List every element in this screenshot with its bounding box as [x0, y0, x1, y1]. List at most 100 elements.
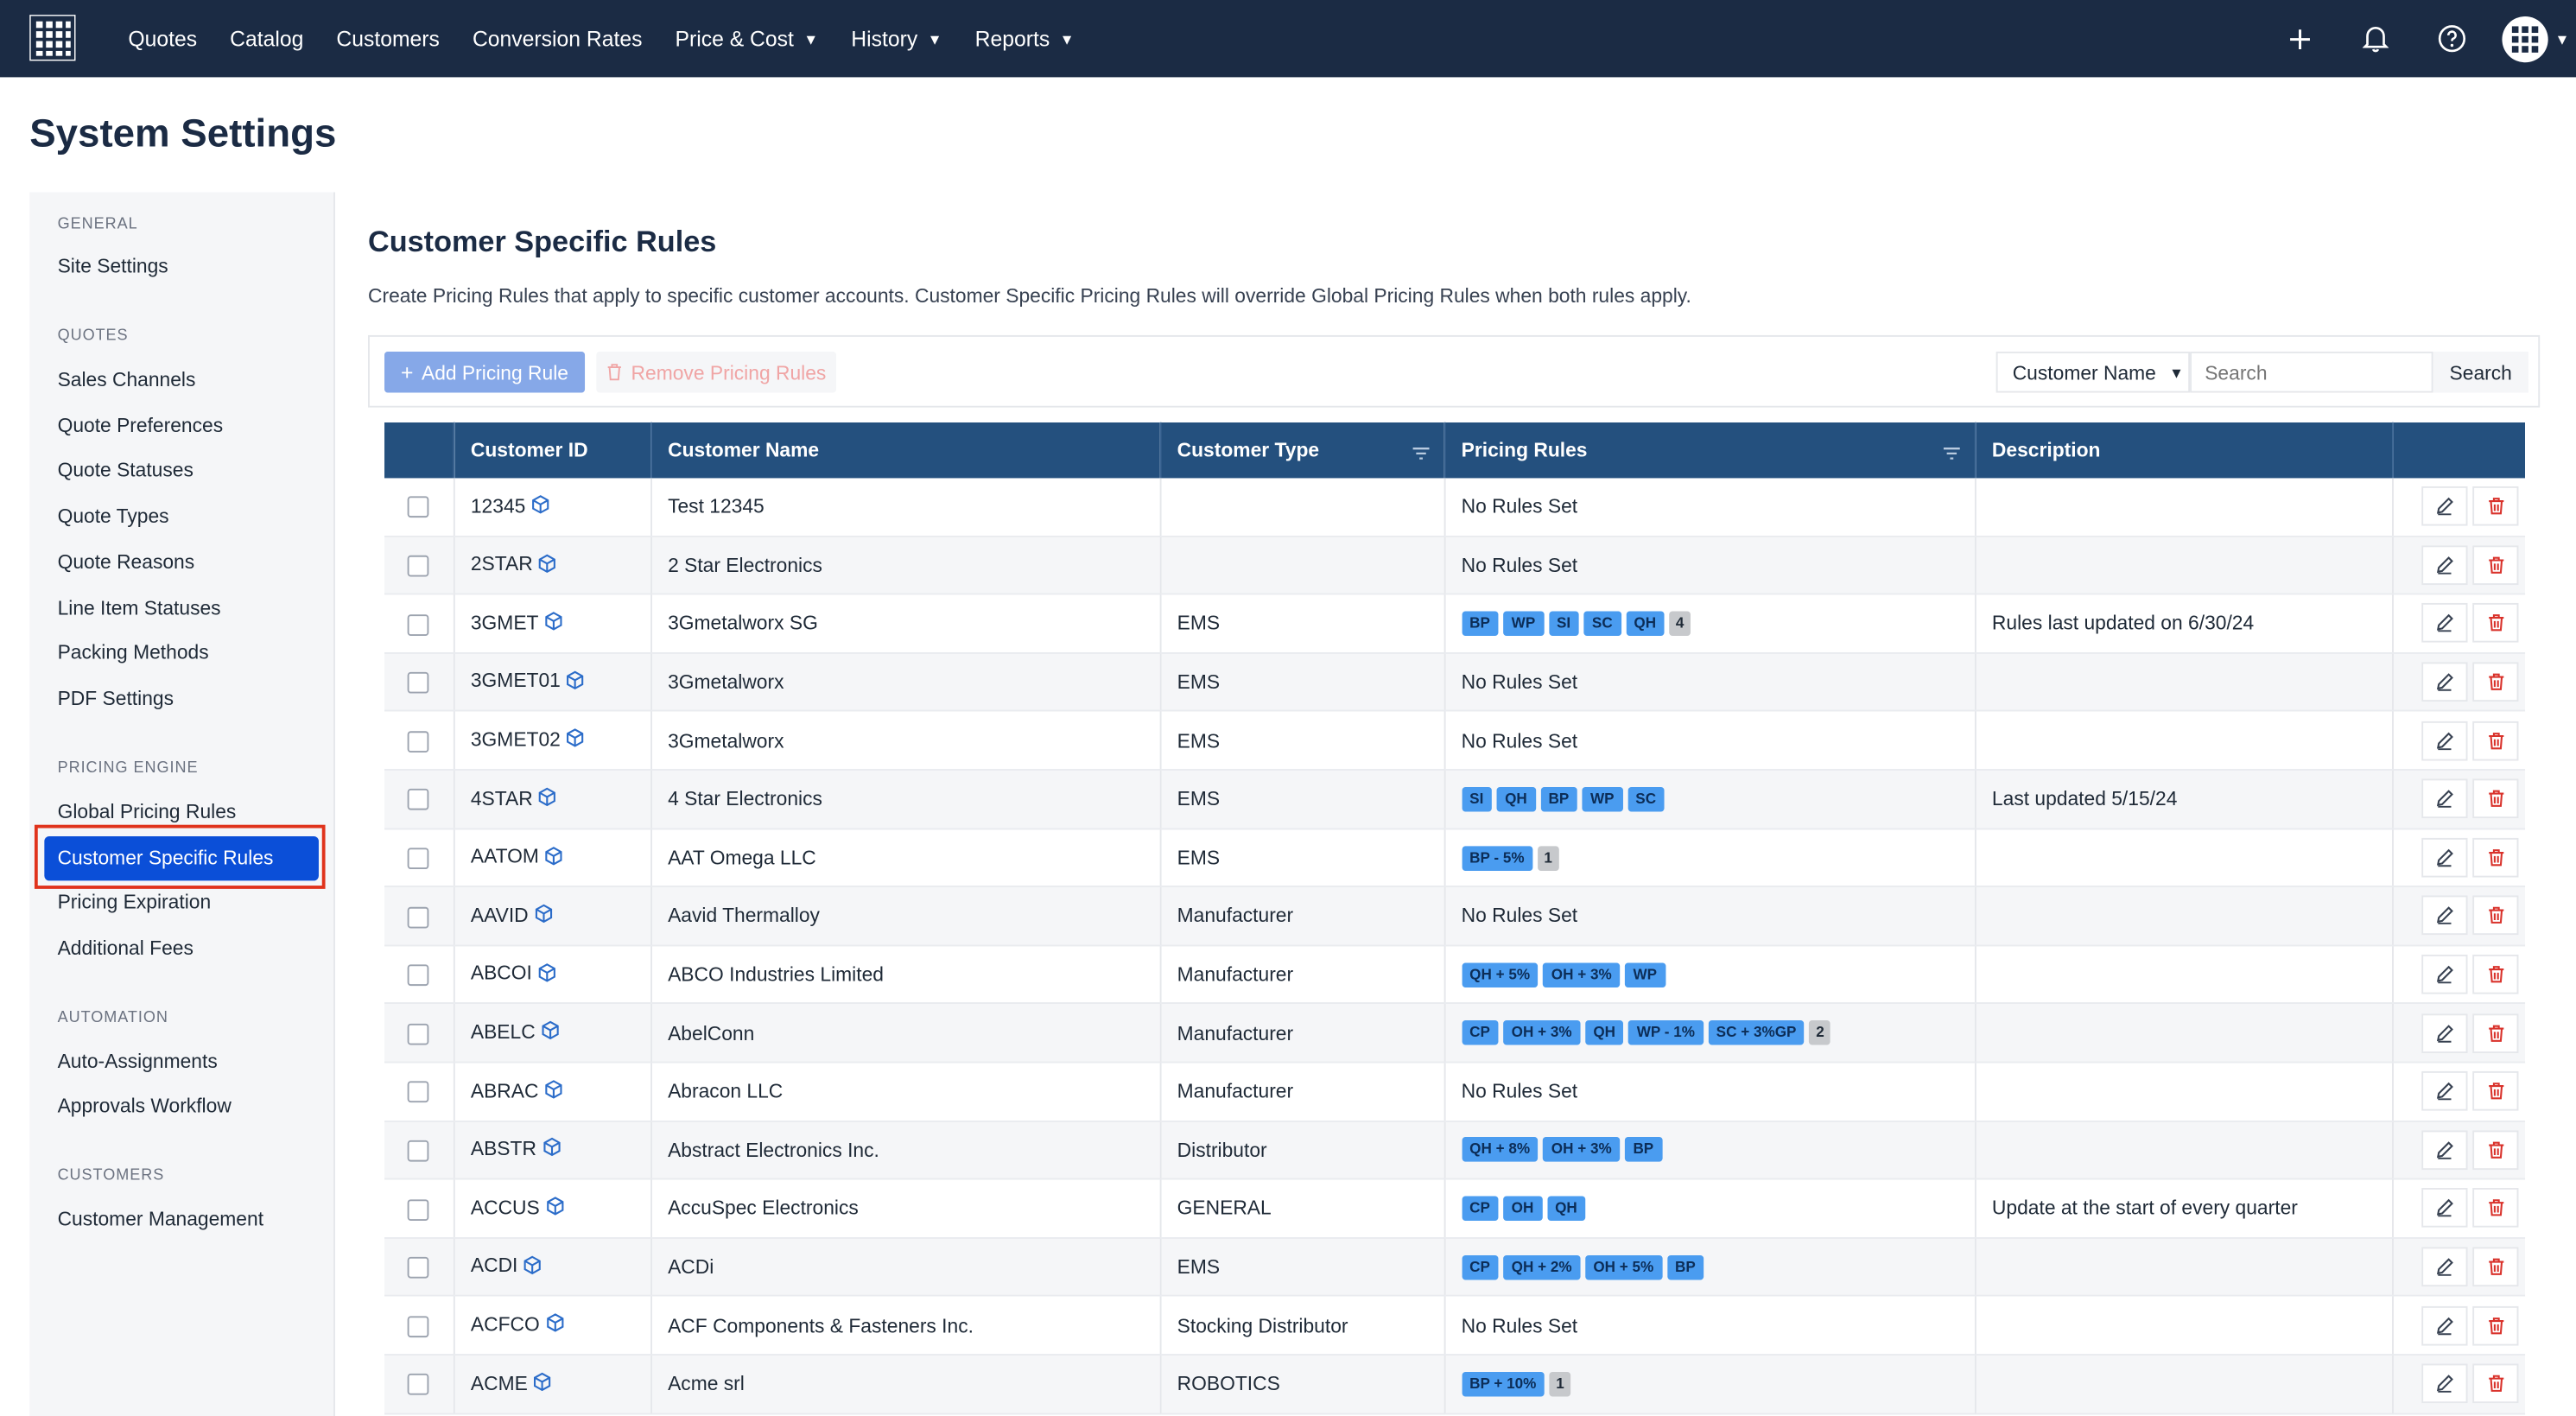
row-checkbox[interactable] [408, 789, 429, 811]
bell-icon[interactable] [2357, 21, 2394, 57]
table-row[interactable]: ABCOI ABCO Industries Limited Manufacturer… [384, 945, 2526, 1005]
delete-icon[interactable] [2472, 955, 2519, 994]
table-row[interactable]: 3GMET02 3Gmetalworx EMS No Rules Set [384, 711, 2526, 771]
search-input[interactable] [2190, 351, 2433, 393]
table-row[interactable]: ABELC AbelConn Manufacturer CP OH + 3% QH WP -… [384, 1003, 2526, 1064]
edit-icon[interactable] [2421, 1071, 2468, 1112]
column-header-pricing-rules[interactable]: Pricing Rules [1443, 422, 1976, 479]
table-row[interactable]: 4STAR 4 Star Electronics EMS SI QH BP WP SC Last… [384, 769, 2526, 829]
customer-id-cell[interactable]: ACDI [453, 1237, 652, 1298]
customer-id[interactable]: 3GMET [471, 611, 539, 634]
delete-icon[interactable] [2472, 1013, 2519, 1053]
edit-icon[interactable] [2421, 486, 2468, 527]
filter-icon[interactable] [1412, 442, 1429, 466]
row-checkbox[interactable] [408, 613, 429, 636]
nav-item-conversion-rates[interactable]: Conversion Rates [473, 26, 643, 51]
edit-icon[interactable] [2421, 662, 2468, 702]
customer-id-cell[interactable]: ABRAC [453, 1062, 652, 1122]
customer-id[interactable]: ACFCO [471, 1312, 540, 1336]
customer-id[interactable]: ACCUS [471, 1196, 540, 1219]
row-checkbox[interactable] [408, 555, 429, 577]
edit-icon[interactable] [2421, 603, 2468, 644]
column-header-customer-id[interactable]: Customer ID [453, 422, 652, 479]
remove-pricing-rules-button[interactable]: Remove Pricing Rules [596, 351, 837, 393]
cube-icon[interactable] [543, 1079, 563, 1104]
delete-icon[interactable] [2472, 1188, 2519, 1229]
customer-id-cell[interactable]: ABCOI [453, 945, 652, 1005]
customer-id-cell[interactable]: 4STAR [453, 769, 652, 829]
row-checkbox[interactable] [408, 730, 429, 752]
customer-id[interactable]: AAVID [471, 904, 529, 927]
row-checkbox[interactable] [408, 672, 429, 695]
customer-id[interactable]: 3GMET01 [471, 670, 561, 693]
cube-icon[interactable] [533, 1372, 553, 1397]
edit-icon[interactable] [2421, 1305, 2468, 1345]
delete-icon[interactable] [2472, 662, 2519, 702]
sidebar-item-pdf-settings[interactable]: PDF Settings [58, 687, 174, 710]
customer-id[interactable]: ACME [471, 1371, 528, 1394]
more-rules-count-badge[interactable]: 2 [1809, 1020, 1831, 1046]
nav-item-customers[interactable]: Customers [336, 26, 440, 51]
row-checkbox[interactable] [408, 1082, 429, 1103]
row-checkbox[interactable] [408, 1315, 429, 1337]
add-pricing-rule-button[interactable]: + Add Pricing Rule [384, 351, 586, 393]
table-row[interactable]: ACME Acme srl ROBOTICS BP + 10% 1 [384, 1354, 2526, 1414]
cube-icon[interactable] [544, 1313, 564, 1338]
customer-id[interactable]: AATOM [471, 845, 539, 868]
sidebar-item-pricing-expiration[interactable]: Pricing Expiration [58, 891, 212, 914]
cube-icon[interactable] [533, 904, 553, 929]
table-row[interactable]: 2STAR 2 Star Electronics No Rules Set [384, 536, 2526, 595]
help-icon[interactable] [2433, 21, 2470, 57]
chevron-down-icon[interactable]: ▼ [2554, 30, 2569, 47]
cube-icon[interactable] [537, 962, 557, 987]
table-row[interactable]: ACFCO ACF Components & Fasteners Inc. Stoc… [384, 1296, 2526, 1356]
app-logo[interactable] [28, 13, 77, 62]
table-row[interactable]: AATOM AAT Omega LLC EMS BP - 5% 1 [384, 828, 2526, 888]
customer-id[interactable]: 12345 [471, 494, 525, 518]
delete-icon[interactable] [2472, 837, 2519, 878]
edit-icon[interactable] [2421, 1188, 2468, 1229]
cube-icon[interactable] [523, 1254, 542, 1279]
sidebar-item-customer-management[interactable]: Customer Management [58, 1208, 263, 1231]
row-checkbox[interactable] [408, 1374, 429, 1396]
customer-id-cell[interactable]: ACFCO [453, 1296, 652, 1356]
search-field-select[interactable]: Customer Name ▼ [1995, 351, 2191, 393]
row-checkbox[interactable] [408, 1023, 429, 1045]
delete-icon[interactable] [2472, 1071, 2519, 1112]
column-header-customer-name[interactable]: Customer Name [650, 422, 1161, 479]
cube-icon[interactable] [543, 612, 563, 637]
delete-icon[interactable] [2472, 721, 2519, 760]
customer-id[interactable]: 3GMET02 [471, 727, 561, 751]
customer-id-cell[interactable]: ACME [453, 1354, 652, 1414]
table-row[interactable]: ABSTR Abstract Electronics Inc. Distributo… [384, 1121, 2526, 1180]
customer-id[interactable]: ABELC [471, 1020, 536, 1044]
customer-id-cell[interactable]: 3GMET01 [453, 652, 652, 713]
customer-id-cell[interactable]: 2STAR [453, 536, 652, 595]
column-header-customer-type[interactable]: Customer Type [1159, 422, 1445, 479]
avatar[interactable] [2502, 16, 2548, 62]
edit-icon[interactable] [2421, 955, 2468, 994]
more-rules-count-badge[interactable]: 1 [1549, 1371, 1571, 1397]
row-checkbox[interactable] [408, 497, 429, 518]
customer-id-cell[interactable]: 3GMET02 [453, 711, 652, 771]
table-row[interactable]: ACDI ACDi EMS CP QH + 2% OH + 5% BP [384, 1237, 2526, 1298]
customer-id[interactable]: ABSTR [471, 1137, 536, 1160]
delete-icon[interactable] [2472, 1363, 2519, 1404]
sidebar-item-quote-types[interactable]: Quote Types [58, 505, 169, 528]
customer-id[interactable]: ABRAC [471, 1079, 539, 1102]
delete-icon[interactable] [2472, 603, 2519, 644]
row-checkbox[interactable] [408, 848, 429, 870]
delete-icon[interactable] [2472, 1305, 2519, 1345]
customer-id-cell[interactable]: AAVID [453, 886, 652, 946]
sidebar-item-line-item-statuses[interactable]: Line Item Statuses [58, 596, 221, 619]
row-checkbox[interactable] [408, 964, 429, 987]
sidebar-item-site-settings[interactable]: Site Settings [58, 255, 168, 278]
customer-id-cell[interactable]: 12345 [453, 478, 652, 537]
row-checkbox[interactable] [408, 1198, 429, 1221]
cube-icon[interactable] [530, 494, 550, 519]
cube-icon[interactable] [537, 553, 557, 578]
sidebar-item-sales-channels[interactable]: Sales Channels [58, 368, 196, 391]
cube-icon[interactable] [542, 1138, 562, 1163]
sidebar-item-global-pricing-rules[interactable]: Global Pricing Rules [58, 800, 237, 823]
delete-icon[interactable] [2472, 778, 2519, 819]
